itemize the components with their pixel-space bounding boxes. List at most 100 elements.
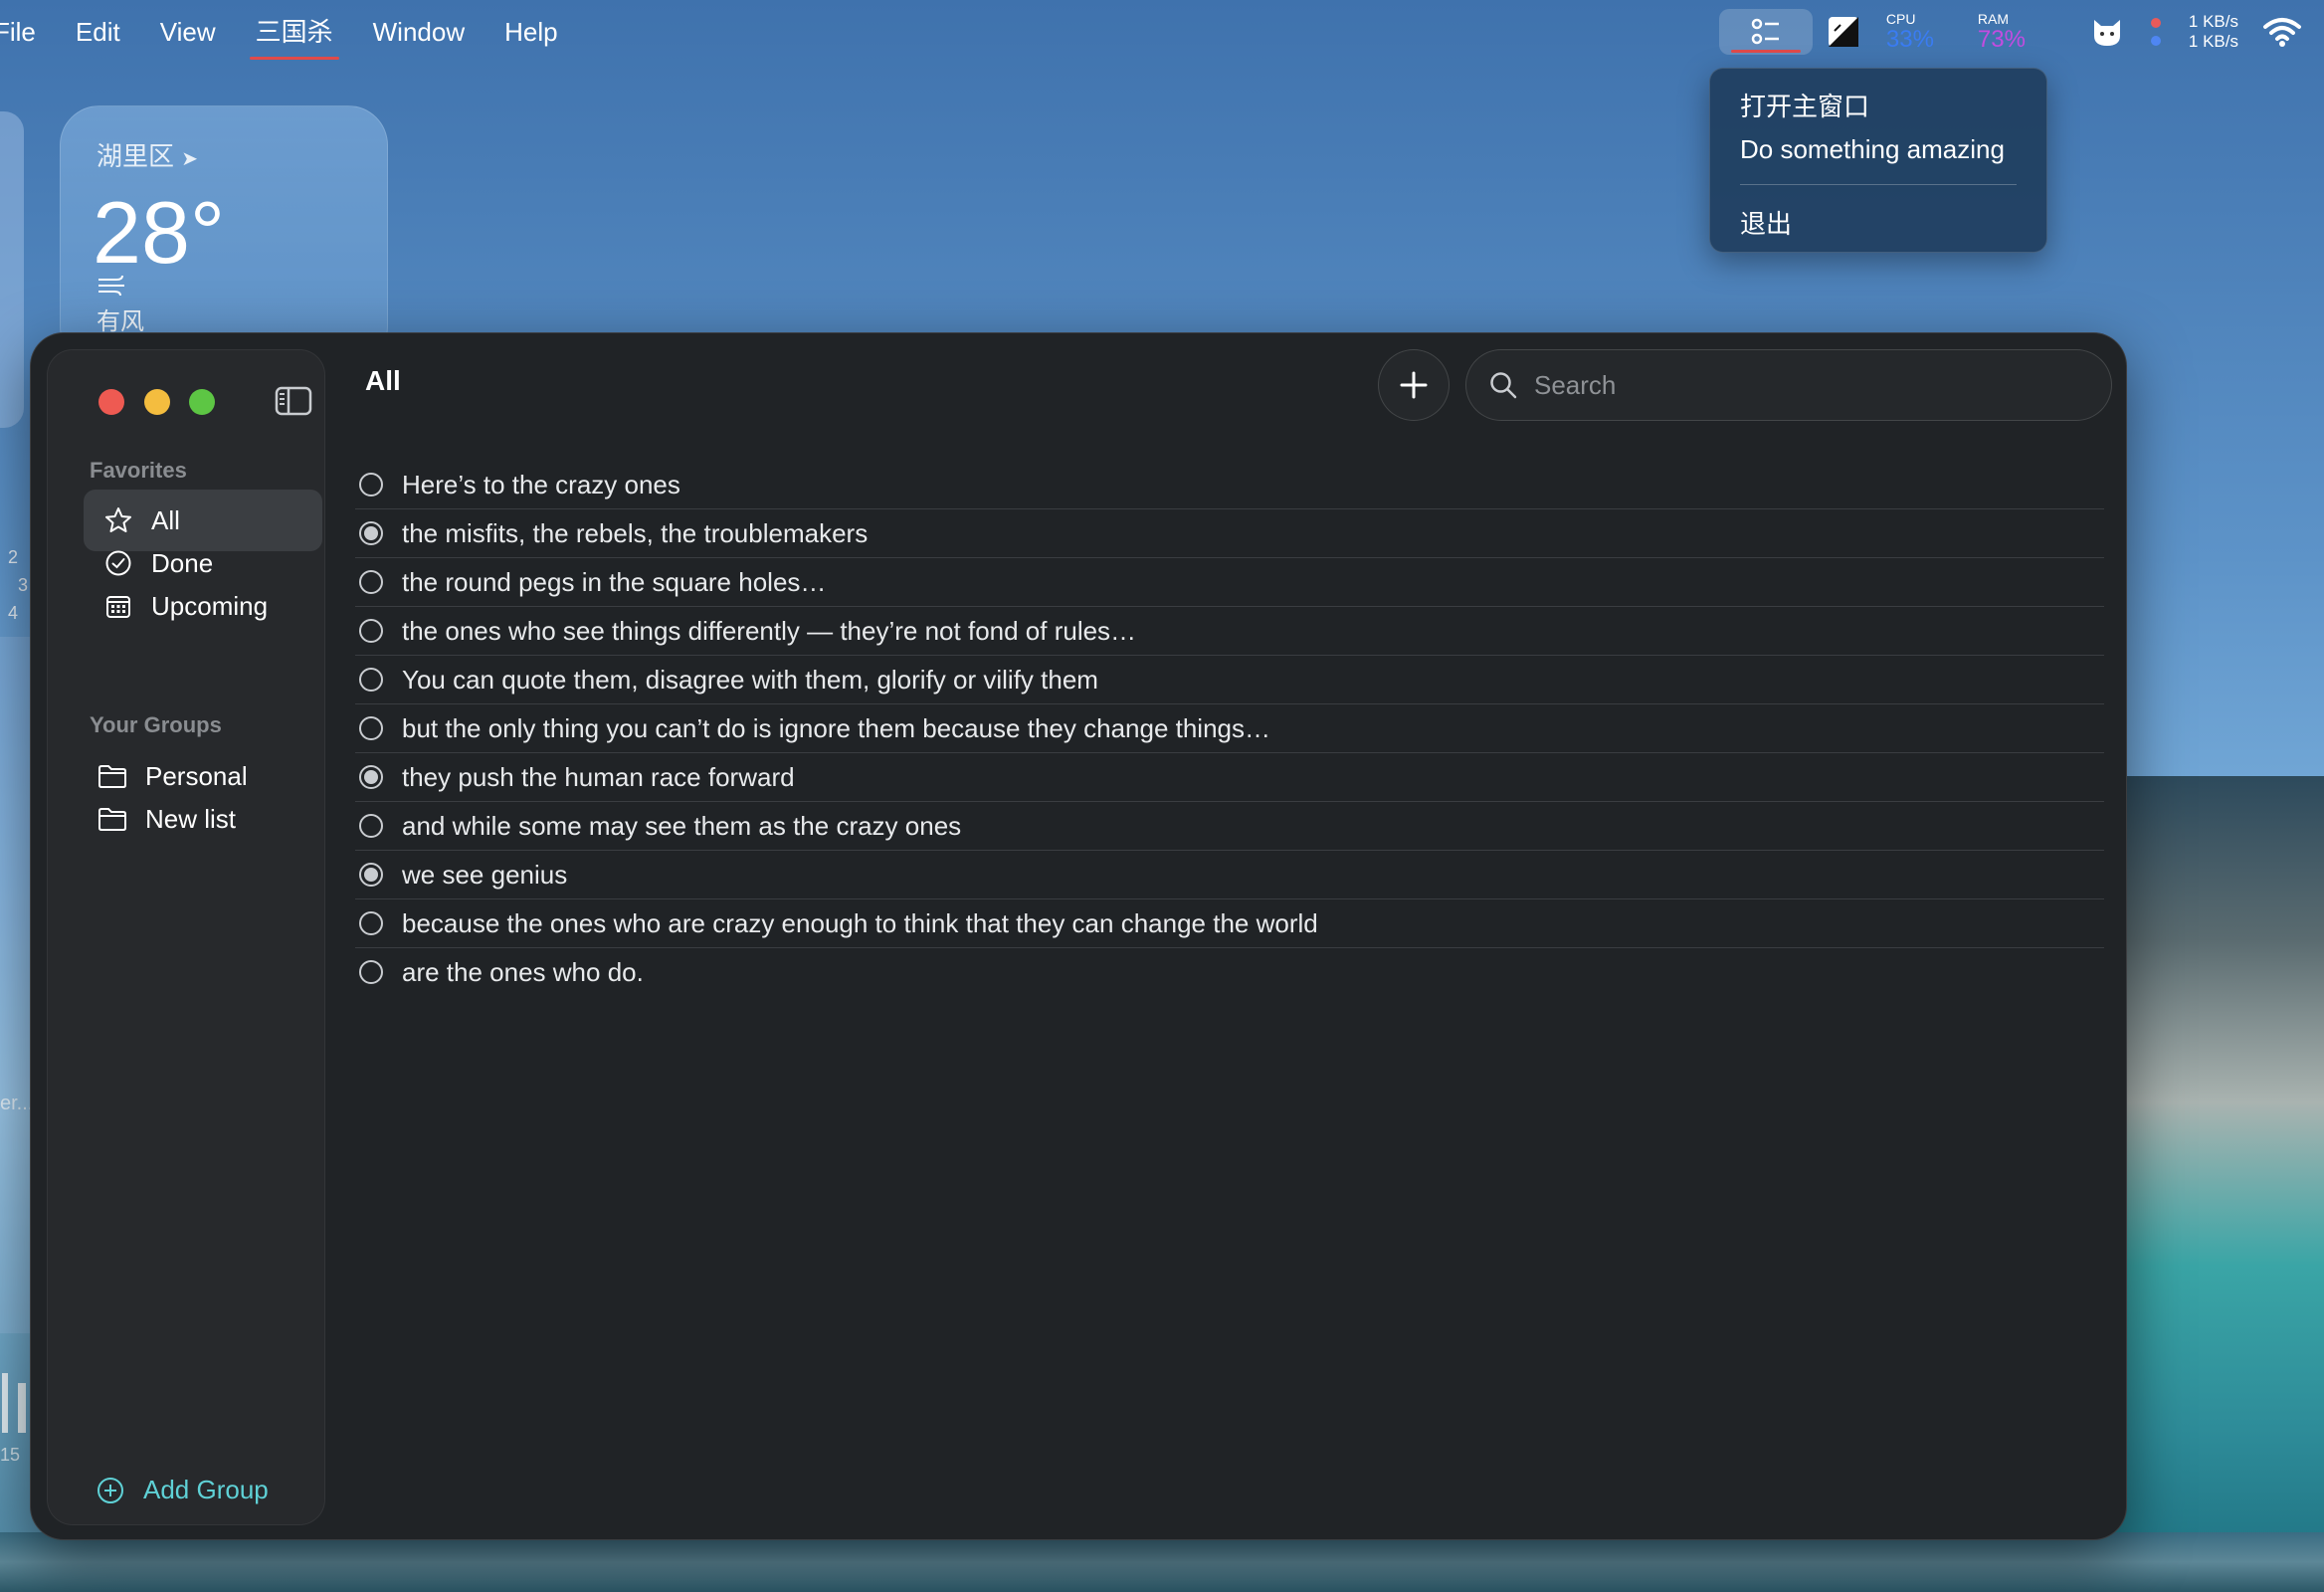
checklist-icon: [1751, 18, 1779, 45]
status-area: CPU 33% RAM 73% 1 KB/s 1 KB/s: [1718, 0, 2324, 64]
menu-edit[interactable]: Edit: [56, 0, 140, 64]
menu-window[interactable]: Window: [353, 0, 484, 64]
sidebar-item-label: All: [151, 504, 180, 535]
menu-app[interactable]: 三国杀: [236, 0, 353, 64]
task-text: because the ones who are crazy enough to…: [402, 907, 1318, 938]
partial-calendar-numbers: 2 3 4: [8, 543, 28, 627]
folder-icon: [97, 761, 127, 791]
zoom-button[interactable]: [189, 389, 215, 415]
sidebar-item-label: Upcoming: [151, 590, 269, 621]
add-task-button[interactable]: [1378, 349, 1450, 421]
close-button[interactable]: [98, 389, 124, 415]
task-row[interactable]: the misfits, the rebels, the troublemake…: [355, 509, 2104, 558]
cpu-label: CPU: [1885, 11, 1916, 27]
task-row[interactable]: they push the human race forward: [355, 753, 2104, 802]
weather-location-label: 湖里区: [97, 141, 175, 171]
cpu-value: 33%: [1885, 26, 1934, 53]
wind-icon: [97, 274, 128, 302]
task-text: the round pegs in the square holes…: [402, 566, 827, 597]
weather-condition: 有风: [97, 308, 144, 335]
menubar: File Edit View 三国杀 Window Help CPU 33% R…: [0, 0, 2324, 64]
task-row[interactable]: the ones who see things differently — th…: [355, 607, 2104, 656]
app-window: Favorites All Done Upcoming Your Groups …: [30, 332, 2127, 1540]
cpu-stat[interactable]: CPU 33%: [1886, 12, 1966, 52]
task-checkbox[interactable]: [359, 814, 383, 838]
task-row[interactable]: but the only thing you can’t do is ignor…: [355, 704, 2104, 753]
task-checkbox[interactable]: [359, 765, 383, 789]
task-row[interactable]: the round pegs in the square holes…: [355, 558, 2104, 607]
desktop-shore: [0, 1532, 2324, 1592]
task-row[interactable]: we see genius: [355, 851, 2104, 899]
weather-widget[interactable]: 湖里区 ➤ 28° 有风: [60, 105, 388, 366]
task-checkbox[interactable]: [359, 570, 383, 594]
status-dots-icon[interactable]: [2149, 12, 2163, 52]
partial-widget-number: 15: [0, 1445, 21, 1465]
sidebar-item-label: New list: [145, 803, 237, 834]
sidebar-item-label: Personal: [145, 760, 248, 791]
task-text: they push the human race forward: [402, 761, 795, 792]
tray-menu-quit[interactable]: 退出: [1740, 204, 1792, 241]
weather-temperature: 28°: [93, 183, 226, 282]
task-text: but the only thing you can’t do is ignor…: [402, 712, 1271, 743]
cat-icon[interactable]: [2089, 14, 2125, 50]
favorites-heading: Favorites: [90, 458, 187, 483]
add-group-button[interactable]: Add Group: [96, 1475, 269, 1505]
task-text: the misfits, the rebels, the troublemake…: [402, 517, 869, 548]
desktop-scenery: [2105, 776, 2324, 1592]
sidebar-item-new-list[interactable]: New list: [84, 788, 322, 850]
task-checkbox[interactable]: [359, 911, 383, 935]
minimize-button[interactable]: [144, 389, 170, 415]
network-speed[interactable]: 1 KB/s 1 KB/s: [2189, 12, 2238, 52]
search-field[interactable]: [1465, 349, 2112, 421]
menu-help[interactable]: Help: [484, 0, 577, 64]
menu-view[interactable]: View: [140, 0, 236, 64]
task-row[interactable]: are the ones who do.: [355, 948, 2104, 996]
contrast-icon[interactable]: [1827, 15, 1860, 49]
menu-file[interactable]: File: [0, 0, 56, 64]
groups-heading: Your Groups: [90, 712, 222, 737]
task-row[interactable]: Here’s to the crazy ones: [355, 461, 2104, 509]
task-row[interactable]: You can quote them, disagree with them, …: [355, 656, 2104, 704]
add-group-label: Add Group: [143, 1475, 269, 1504]
search-input[interactable]: [1532, 368, 2093, 402]
weather-location: 湖里区 ➤: [97, 136, 198, 173]
ram-value: 73%: [1977, 26, 2026, 53]
task-checkbox[interactable]: [359, 716, 383, 740]
wifi-icon[interactable]: [2262, 15, 2302, 49]
task-text: and while some may see them as the crazy…: [402, 810, 962, 841]
task-text: we see genius: [402, 859, 568, 890]
tray-menu-open-main-window[interactable]: 打开主窗口: [1740, 87, 1869, 123]
task-list: Here’s to the crazy ones the misfits, th…: [355, 461, 2104, 996]
task-row[interactable]: and while some may see them as the crazy…: [355, 802, 2104, 851]
task-checkbox[interactable]: [359, 619, 383, 643]
sidebar-item-upcoming[interactable]: Upcoming: [84, 575, 322, 637]
checkmark-circle-icon: [103, 548, 133, 578]
ram-label: RAM: [1977, 11, 2010, 27]
task-checkbox[interactable]: [359, 863, 383, 887]
task-checkbox[interactable]: [359, 473, 383, 497]
ram-stat[interactable]: RAM 73%: [1978, 12, 2057, 52]
partial-widget-text: er...: [0, 1093, 34, 1114]
task-checkbox[interactable]: [359, 960, 383, 984]
net-up: 1 KB/s: [2188, 12, 2238, 31]
task-checkbox[interactable]: [359, 668, 383, 692]
task-checkbox[interactable]: [359, 521, 383, 545]
sidebar-toggle-icon[interactable]: [275, 386, 312, 416]
task-text: You can quote them, disagree with them, …: [402, 664, 1098, 695]
tray-menu-do-something[interactable]: Do something amazing: [1740, 134, 2005, 165]
page-title: All: [365, 365, 401, 396]
task-text: the ones who see things differently — th…: [402, 615, 1137, 646]
search-icon: [1490, 372, 1517, 399]
tray-app-button[interactable]: [1718, 9, 1813, 55]
star-icon: [103, 505, 133, 535]
task-row[interactable]: because the ones who are crazy enough to…: [355, 899, 2104, 948]
partial-widget: [0, 111, 24, 428]
plus-icon: [1400, 371, 1428, 399]
tray-menu: 打开主窗口 Do something amazing 退出: [1709, 68, 2047, 253]
partial-widget-background: [0, 637, 30, 1333]
task-text: are the ones who do.: [402, 956, 644, 987]
plus-circle-icon: [97, 1477, 123, 1503]
net-down: 1 KB/s: [2188, 32, 2238, 51]
task-text: Here’s to the crazy ones: [402, 469, 680, 499]
calendar-number: 3: [18, 575, 29, 595]
